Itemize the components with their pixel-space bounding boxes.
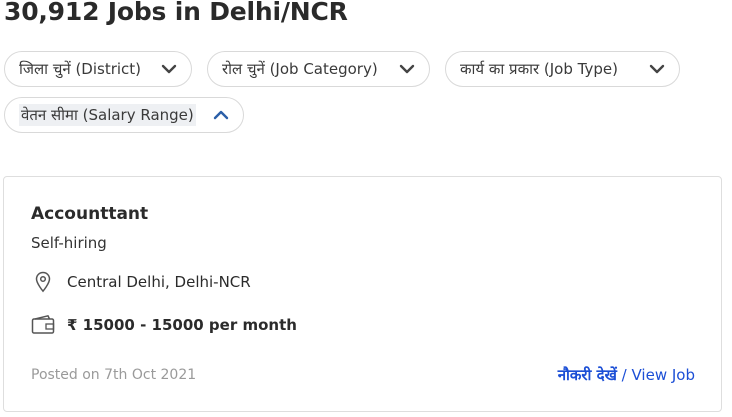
view-job-separator: / (616, 366, 632, 384)
salary-text: ₹ 15000 - 15000 per month (67, 316, 297, 334)
salary-range-filter-label: वेतन सीमा (Salary Range) (19, 104, 196, 126)
wallet-icon (31, 315, 55, 334)
view-job-link[interactable]: नौकरी देखें / View Job (558, 365, 695, 385)
salary-range-filter[interactable]: वेतन सीमा (Salary Range) (4, 97, 244, 133)
job-title: Accounttant (31, 204, 149, 224)
job-type-filter[interactable]: कार्य का प्रकार (Job Type) (445, 51, 680, 87)
job-type-filter-label: कार्य का प्रकार (Job Type) (460, 60, 618, 78)
job-location: Central Delhi, Delhi-NCR (31, 270, 251, 294)
chevron-down-icon (399, 64, 415, 74)
chevron-up-icon (213, 110, 229, 120)
job-category-filter[interactable]: रोल चुनें (Job Category) (207, 51, 430, 87)
posted-date: Posted on 7th Oct 2021 (31, 367, 197, 383)
chevron-down-icon (161, 64, 177, 74)
district-filter-label: जिला चुनें (District) (19, 60, 142, 78)
map-pin-icon (35, 271, 51, 293)
job-category-filter-label: रोल चुनें (Job Category) (222, 60, 378, 78)
page-title: 30,912 Jobs in Delhi/NCR (4, 0, 348, 26)
company-name: Self-hiring (31, 234, 107, 252)
job-card[interactable]: Accounttant Self-hiring Central Delhi, D… (3, 176, 722, 412)
view-job-hindi: नौकरी देखें (557, 366, 617, 384)
district-filter[interactable]: जिला चुनें (District) (4, 51, 192, 87)
view-job-english: View Job (631, 366, 696, 384)
chevron-down-icon (649, 64, 665, 74)
location-text: Central Delhi, Delhi-NCR (67, 273, 251, 291)
job-salary: ₹ 15000 - 15000 per month (31, 313, 297, 337)
